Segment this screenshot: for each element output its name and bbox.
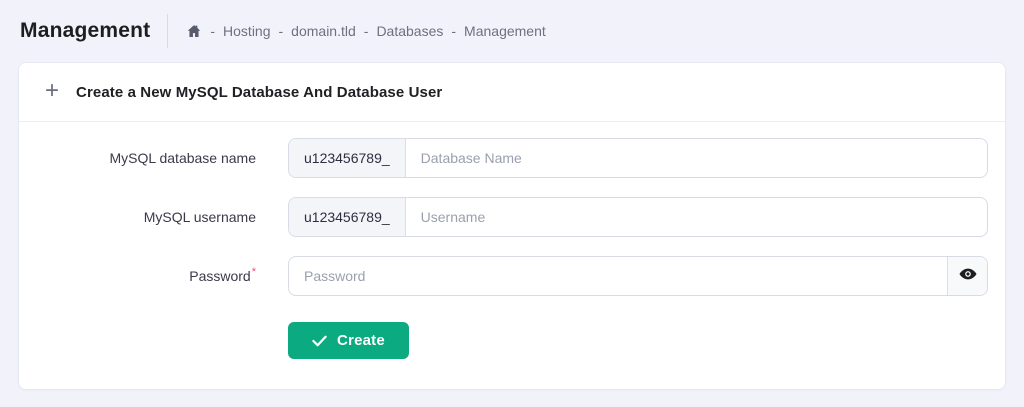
database-name-prefix: u123456789_ — [289, 139, 406, 177]
password-input[interactable] — [289, 257, 947, 295]
username-input-group: u123456789_ — [288, 197, 988, 237]
username-input[interactable] — [406, 198, 987, 236]
submit-row: Create — [288, 322, 1005, 359]
breadcrumb: - Hosting - domain.tld - Databases - Man… — [186, 23, 545, 39]
breadcrumb-separator: - — [210, 23, 215, 39]
eye-icon — [958, 264, 978, 289]
database-name-label: MySQL database name — [19, 150, 256, 166]
create-button[interactable]: Create — [288, 322, 409, 359]
database-name-input[interactable] — [406, 139, 987, 177]
create-database-card: + Create a New MySQL Database And Databa… — [18, 62, 1006, 390]
top-bar: Management - Hosting - domain.tld - Data… — [0, 0, 1024, 62]
page-title: Management — [20, 19, 150, 43]
card-header[interactable]: + Create a New MySQL Database And Databa… — [19, 63, 1005, 122]
breadcrumb-item-databases[interactable]: Databases — [376, 23, 443, 39]
plus-icon: + — [45, 79, 59, 103]
username-prefix: u123456789_ — [289, 198, 406, 236]
card-title: Create a New MySQL Database And Database… — [76, 84, 442, 101]
checkmark-icon — [312, 335, 327, 347]
title-breadcrumb-divider — [167, 14, 168, 48]
password-visibility-toggle[interactable] — [947, 257, 987, 295]
required-asterisk: * — [252, 266, 256, 278]
breadcrumb-item-hosting[interactable]: Hosting — [223, 23, 270, 39]
breadcrumb-separator: - — [279, 23, 284, 39]
password-label-text: Password — [189, 268, 250, 284]
password-label: Password* — [19, 268, 256, 284]
database-name-input-group: u123456789_ — [288, 138, 988, 178]
create-database-form: MySQL database name u123456789_ MySQL us… — [19, 122, 1005, 359]
breadcrumb-item-management: Management — [464, 23, 546, 39]
password-input-group — [288, 256, 988, 296]
breadcrumb-item-domain[interactable]: domain.tld — [291, 23, 356, 39]
breadcrumb-separator: - — [451, 23, 456, 39]
create-button-label: Create — [337, 332, 385, 349]
password-row: Password* — [19, 256, 1005, 296]
database-name-row: MySQL database name u123456789_ — [19, 138, 1005, 178]
home-icon[interactable] — [186, 23, 202, 39]
breadcrumb-separator: - — [364, 23, 369, 39]
username-label: MySQL username — [19, 209, 256, 225]
username-row: MySQL username u123456789_ — [19, 197, 1005, 237]
